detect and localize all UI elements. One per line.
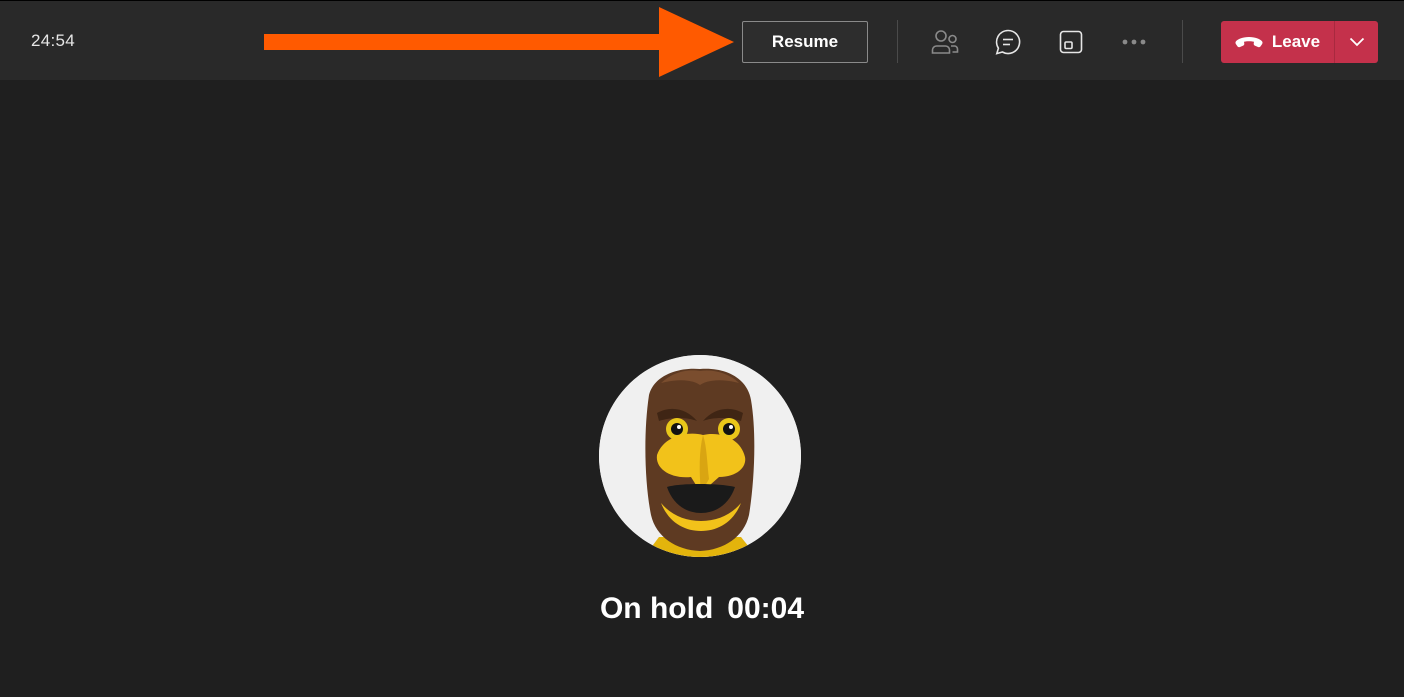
people-icon: [931, 30, 959, 54]
leave-label: Leave: [1271, 32, 1321, 51]
hold-duration: 00:04: [727, 592, 805, 625]
resume-button[interactable]: Resume: [742, 21, 868, 63]
call-timer: 24:54: [31, 31, 76, 50]
mascot-avatar-image: [599, 355, 801, 557]
hold-label: On hold: [599, 592, 714, 625]
more-icon: [1122, 39, 1146, 45]
toolbar-divider: [1182, 20, 1183, 63]
caller-avatar: [599, 355, 801, 557]
people-button[interactable]: [926, 23, 964, 61]
leave-options-button[interactable]: [1335, 21, 1378, 63]
toolbar-divider: [897, 20, 898, 63]
hold-status: On hold 00:04: [0, 592, 1404, 626]
more-options-button[interactable]: [1115, 23, 1153, 61]
hang-up-icon: [1235, 37, 1263, 48]
share-screen-icon: [1059, 30, 1083, 54]
leave-button[interactable]: Leave: [1221, 21, 1334, 63]
annotation-arrow-icon: [264, 7, 734, 77]
leave-button-group: Leave: [1221, 21, 1378, 63]
share-button[interactable]: [1052, 23, 1090, 61]
chat-button[interactable]: [989, 23, 1027, 61]
call-toolbar: 24:54 Resume Leave: [0, 0, 1404, 80]
chat-icon: [995, 29, 1021, 55]
chevron-down-icon: [1349, 37, 1364, 47]
